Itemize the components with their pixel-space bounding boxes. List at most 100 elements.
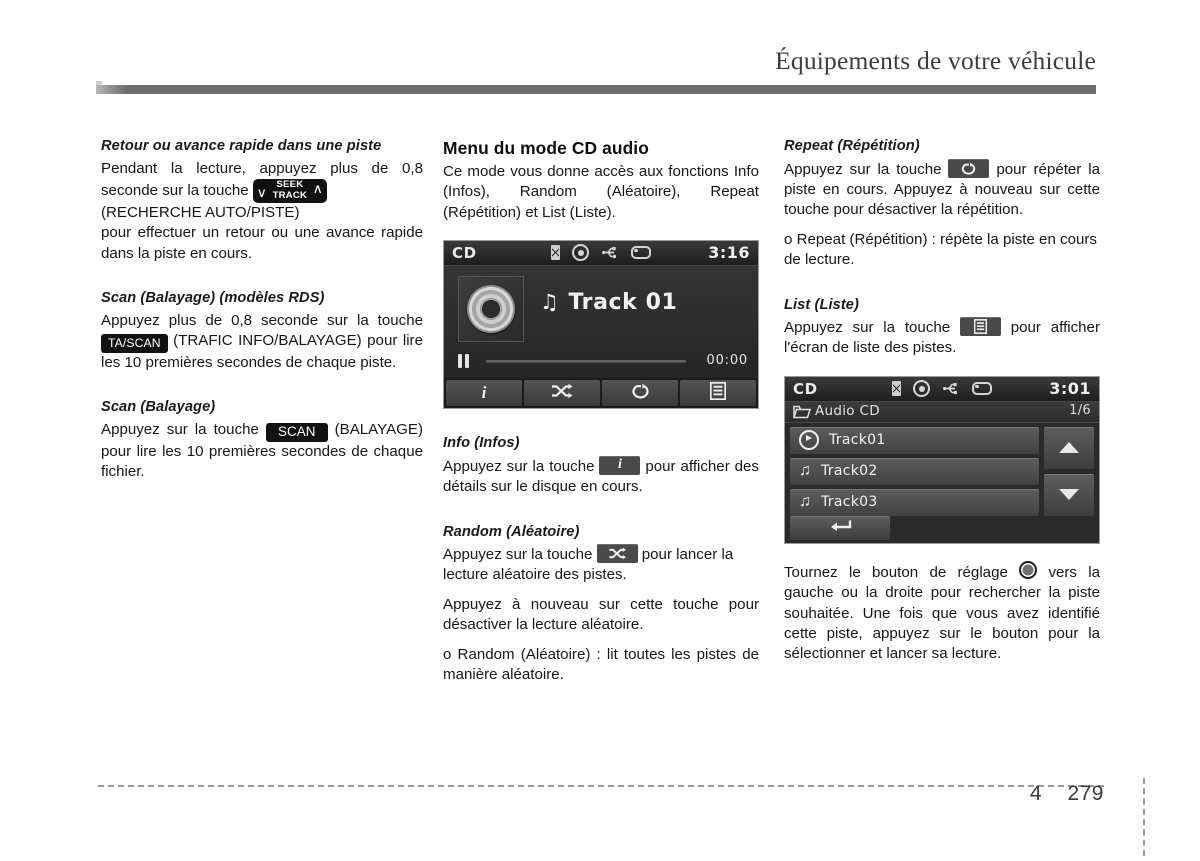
section-heading-scan-rds: Scan (Balayage) (modèles RDS) xyxy=(101,290,325,307)
ta-scan-key: TA/SCAN xyxy=(101,334,168,354)
scan-rds-text-a: Appuyez plus de 0,8 seconde sur la touch… xyxy=(101,311,423,329)
folder-icon xyxy=(792,405,812,424)
scroll-down-button[interactable] xyxy=(1044,473,1094,516)
list-icon xyxy=(709,381,727,405)
folder-label: Audio CD xyxy=(815,402,880,419)
repeat-paragraph: Appuyez sur la touche pour répéter la pi… xyxy=(784,158,1100,221)
usb-icon xyxy=(942,382,960,395)
repeat-icon xyxy=(630,383,651,404)
header-rule xyxy=(96,81,1096,94)
page-title: Équipements de votre véhicule xyxy=(775,46,1096,75)
back-row xyxy=(790,515,890,540)
cd-menu-intro: Ce mode vous donne accès aux fonctions I… xyxy=(443,163,759,221)
list-item[interactable]: ♫ Track03 xyxy=(790,488,1039,516)
seek-track-key: ∨ ∧ SEEK TRACK xyxy=(252,178,327,203)
section-heading-list: List (Liste) xyxy=(784,296,859,313)
elapsed-time: 00:00 xyxy=(706,353,748,369)
track-label: Track02 xyxy=(821,463,878,480)
info-text-a: Appuyez sur la touche xyxy=(443,457,595,475)
scroll-up-icon xyxy=(1059,442,1079,454)
inline-random-key xyxy=(596,544,638,564)
section-heading-repeat: Repeat (Répétition) xyxy=(784,138,920,154)
random-paragraph-3: o Random (Aléatoire) : lit toutes les pi… xyxy=(443,645,759,684)
player-body: ♫ Track 01 00:00 xyxy=(444,266,758,379)
disc-icon xyxy=(913,380,931,398)
scroll-up-button[interactable] xyxy=(1044,426,1094,469)
list-path-bar: Audio CD 1/6 xyxy=(785,401,1099,424)
shuffle-icon xyxy=(597,544,638,563)
page-header: Équipements de votre véhicule xyxy=(0,46,1200,102)
section-heading-seek: Retour ou avance rapide dans une piste xyxy=(101,138,382,154)
player-track-title: Track 01 xyxy=(568,290,678,316)
left-column: Retour ou avance rapide dans une piste P… xyxy=(101,138,423,483)
middle-column: Menu du mode CD audio Ce mode vous donne… xyxy=(443,138,759,685)
music-note-icon: ♫ xyxy=(799,493,811,511)
tune-knob-icon xyxy=(1019,560,1038,579)
info-button[interactable]: i xyxy=(446,380,522,407)
list-text-a: Appuyez sur la touche xyxy=(784,319,951,337)
shuffle-icon xyxy=(551,383,573,404)
repeat-text-a: Appuyez sur la touche xyxy=(784,160,942,178)
footer-divider xyxy=(1143,778,1145,856)
back-button[interactable] xyxy=(790,515,890,540)
seek-text-c: pour effectuer un retour ou une avance r… xyxy=(101,224,423,262)
scroll-down-icon xyxy=(1059,489,1079,501)
repeat-paragraph-2: o Repeat (Répétition) : répète la piste … xyxy=(784,230,1097,269)
info-icon: i xyxy=(618,457,622,473)
player-track-title-row: ♫ Track 01 xyxy=(540,290,748,315)
tune-text-a: Tournez le bouton de réglage xyxy=(784,563,1008,581)
random-paragraph: Appuyez sur la touche pour lancer la lec… xyxy=(443,544,759,586)
seek-paragraph: Pendant la lecture, appuyez plus de 0,8 … xyxy=(101,159,423,203)
list-icon xyxy=(960,317,1001,336)
list-item[interactable]: Track01 xyxy=(790,426,1039,454)
back-arrow-icon xyxy=(828,518,852,537)
right-column: Repeat (Répétition) Appuyez sur la touch… xyxy=(784,138,1100,665)
repeat-button[interactable] xyxy=(602,380,678,407)
track-label: Track01 xyxy=(829,432,886,449)
section-heading-info: Info (Infos) xyxy=(443,435,520,452)
section-heading-cd-menu: Menu du mode CD audio xyxy=(443,138,649,158)
music-note-icon: ♫ xyxy=(540,290,560,315)
album-art xyxy=(458,276,524,343)
info-icon: i xyxy=(481,383,487,403)
tune-knob-paragraph: Tournez le bouton de réglage vers la gau… xyxy=(784,560,1100,665)
seek-key-line2: TRACK xyxy=(272,189,308,201)
page-number: 279 xyxy=(1067,782,1104,805)
seek-key-line1: SEEK xyxy=(276,178,304,190)
repeat-icon xyxy=(948,159,989,178)
list-button[interactable] xyxy=(680,380,756,407)
scan-key: SCAN xyxy=(265,422,328,442)
track-list-screenshot: CD 3:01 Audio CD 1/6 Track01 ♫ Track02 ♫… xyxy=(784,375,1100,544)
player-status-bar: CD 3:16 xyxy=(444,241,758,267)
random-paragraph-2: Appuyez à nouveau sur cette touche pour … xyxy=(443,595,759,634)
track-list-area: Track01 ♫ Track02 ♫ Track03 xyxy=(785,422,1099,543)
music-note-icon: ♫ xyxy=(799,462,811,480)
progress-bar[interactable] xyxy=(486,360,686,364)
section-heading-random: Random (Aléatoire) xyxy=(443,523,580,540)
chapter-number: 4 xyxy=(1029,782,1042,805)
scrollbar[interactable] xyxy=(1044,426,1094,541)
track-label: Track03 xyxy=(821,494,878,511)
cd-player-screenshot: CD 3:16 ♫ Track 01 00:00 i xyxy=(443,240,759,410)
list-item[interactable]: ♫ Track02 xyxy=(790,457,1039,485)
random-button[interactable] xyxy=(524,380,600,407)
inline-repeat-key xyxy=(948,158,990,178)
cd-disc-icon xyxy=(467,285,515,334)
scan-text-a: Appuyez sur la touche xyxy=(101,420,259,438)
play-circle-icon xyxy=(799,430,819,451)
random-text-a: Appuyez sur la touche xyxy=(443,546,593,564)
info-paragraph: Appuyez sur la touche i pour afficher de… xyxy=(443,455,759,498)
player-clock: 3:16 xyxy=(708,243,750,263)
player-progress-row: 00:00 xyxy=(456,352,748,370)
list-paragraph: Appuyez sur la touche pour afficher l'éc… xyxy=(784,317,1100,359)
scan-rds-paragraph: Appuyez plus de 0,8 seconde sur la touch… xyxy=(101,311,423,374)
aux-icon xyxy=(631,246,652,260)
usb-icon xyxy=(601,246,619,259)
seek-text-b: (RECHERCHE AUTO/PISTE) xyxy=(101,203,300,221)
disc-icon xyxy=(572,244,590,262)
player-toolbar: i xyxy=(444,378,758,409)
page-counter: 1/6 xyxy=(1069,402,1091,418)
list-clock: 3:01 xyxy=(1049,378,1091,398)
aux-icon xyxy=(972,382,993,396)
inline-list-key xyxy=(959,317,1001,337)
